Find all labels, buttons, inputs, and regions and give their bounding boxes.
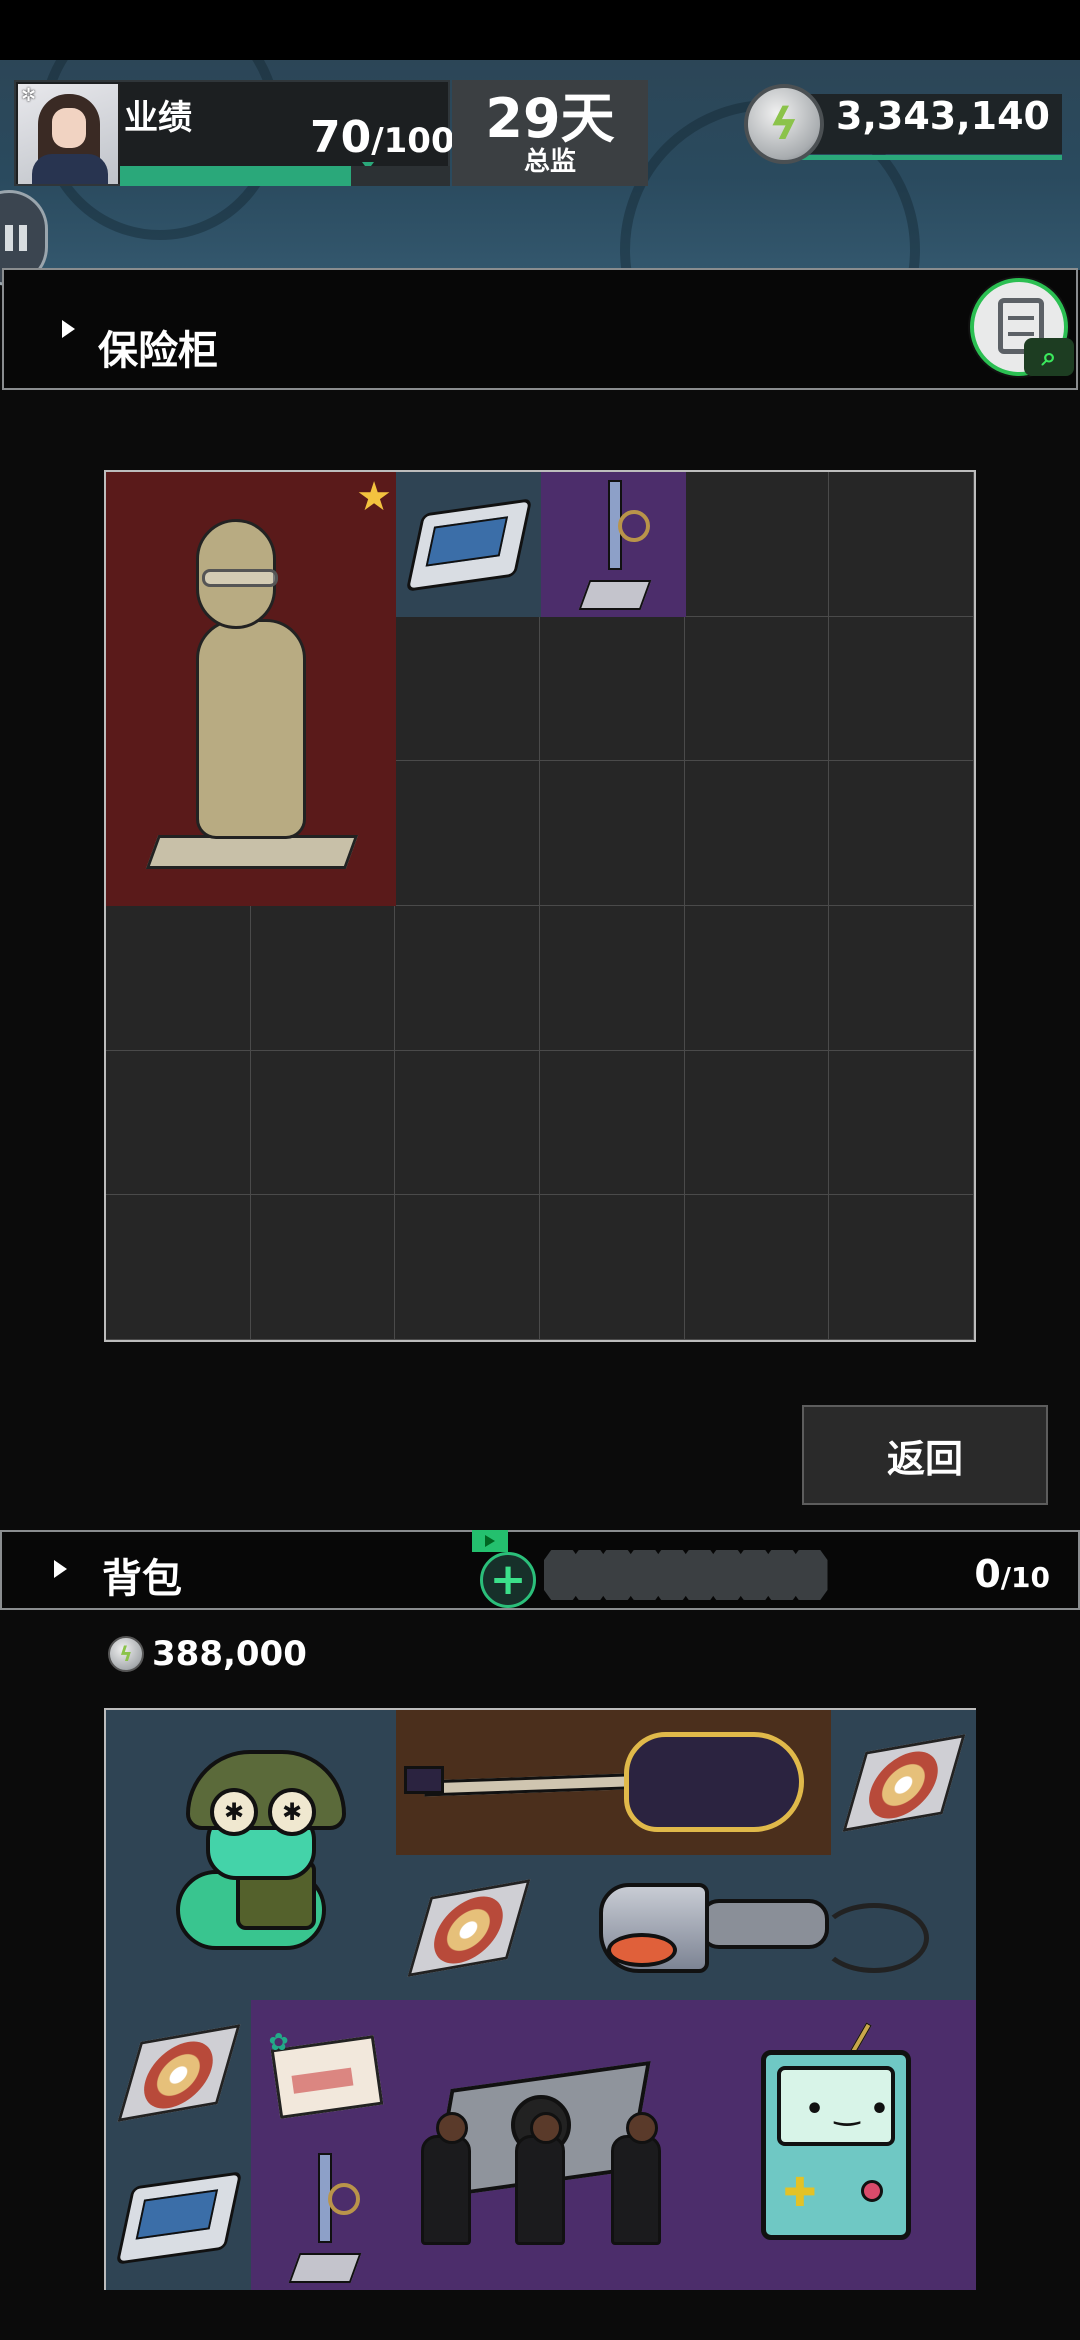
frog-soldier-icon: ✱ ✱ [136, 1740, 366, 1970]
performance-progress-fill [120, 166, 351, 186]
grid-cell[interactable] [829, 761, 974, 906]
system-status-bar [0, 0, 1080, 60]
grid-cell[interactable] [540, 1195, 685, 1340]
capacity-slot [791, 1550, 828, 1600]
coin-icon: ϟ [108, 1636, 144, 1672]
floppy-disk-icon [115, 2170, 242, 2265]
grid-cell[interactable] [540, 1050, 685, 1196]
grid-cell[interactable] [106, 1195, 251, 1340]
coffin-dance-icon [411, 2035, 671, 2255]
days-panel: 29天 总监 [452, 80, 648, 186]
grid-cell[interactable] [395, 906, 540, 1051]
grid-cell[interactable] [395, 1050, 540, 1196]
grid-cell[interactable] [250, 906, 396, 1051]
hair-dryer-icon [589, 1873, 929, 1983]
performance-progress-bar [120, 166, 450, 186]
sword-trophy-icon [578, 479, 651, 610]
grid-cell[interactable] [540, 616, 685, 762]
performance-value: 70/100 [310, 112, 455, 163]
backpack-header: 背包 + 0/10 [0, 1530, 1080, 1610]
floppy-disk-icon [405, 497, 532, 592]
pause-icon [5, 225, 27, 251]
floppy-disk-item[interactable] [396, 472, 541, 617]
safe-grid: ★ [104, 470, 976, 1342]
return-button[interactable]: 返回 [802, 1405, 1048, 1505]
safe-title: 保险柜 [98, 328, 218, 374]
backpack-money-amount: 388,000 [152, 1634, 307, 1674]
rank-title: 总监 [523, 147, 576, 177]
alpaca-statue-icon [145, 499, 359, 879]
backpack-capacity: 0/10 [974, 1552, 1050, 1596]
cd-item-3[interactable] [106, 2000, 251, 2145]
coin-icon: ϟ [744, 84, 824, 164]
backpack-title: 背包 [102, 1556, 182, 1602]
gear-icon: ✲ [21, 85, 37, 106]
search-icon: ⌕ [1024, 338, 1074, 376]
ticket-item[interactable]: ✿ [251, 2000, 396, 2145]
grid-cell[interactable] [684, 472, 830, 617]
frog-item[interactable]: ✱ ✱ [106, 1710, 396, 2000]
expand-triangle-icon [54, 1560, 67, 1578]
coin-amount: 3,343,140 [836, 94, 1050, 138]
grid-cell[interactable] [829, 472, 974, 617]
grid-cell[interactable] [829, 1050, 974, 1196]
grid-cell[interactable] [829, 906, 974, 1051]
grid-cell[interactable] [684, 1195, 830, 1340]
expand-triangle-icon [62, 320, 75, 338]
performance-label: 业绩 [124, 98, 192, 138]
cd-disc-icon [117, 2023, 240, 2122]
add-capacity-button[interactable]: + [480, 1552, 536, 1608]
grid-cell[interactable] [684, 906, 830, 1051]
video-ad-icon [472, 1530, 508, 1552]
grid-cell[interactable] [684, 761, 830, 906]
bmo-item[interactable]: • ‿ • ✚ [686, 2000, 976, 2290]
grid-cell[interactable] [250, 1195, 396, 1340]
grid-cell[interactable] [395, 616, 540, 762]
trophy-item[interactable] [541, 472, 686, 617]
sword-trophy-icon [288, 2152, 361, 2283]
grid-cell[interactable] [829, 616, 974, 762]
travel-ticket-icon: ✿ [269, 2028, 383, 2119]
floppy-disk-item-2[interactable] [106, 2145, 251, 2290]
hair-dryer-item[interactable] [541, 1855, 976, 2000]
guitar-item[interactable] [396, 1710, 831, 1855]
star-icon: ★ [356, 474, 392, 520]
statue-item[interactable]: ★ [106, 472, 396, 906]
grid-cell[interactable] [684, 1050, 830, 1196]
grid-cell[interactable] [684, 616, 830, 762]
grid-cell[interactable] [540, 906, 685, 1051]
trophy-item-2[interactable] [251, 2145, 396, 2290]
grid-cell[interactable] [395, 761, 540, 906]
grid-cell[interactable] [106, 906, 251, 1051]
grid-cell[interactable] [106, 1050, 251, 1196]
coin-balance: 3,343,140 ϟ [744, 84, 1062, 164]
backpack-grid: ✱ ✱ ✿ • ‿ • ✚ [104, 1708, 976, 2290]
performance-panel[interactable]: ✲ 业绩 70/100 [14, 80, 455, 186]
cd-disc-icon [407, 1878, 530, 1977]
grid-cell[interactable] [250, 1050, 396, 1196]
safe-header: 保险柜 [2, 268, 1078, 390]
cd-item-2[interactable] [396, 1855, 541, 2000]
days-counter: 29天 [485, 87, 615, 150]
grid-cell[interactable] [540, 761, 685, 906]
cd-disc-icon [842, 1733, 965, 1832]
bmo-robot-icon: • ‿ • ✚ [731, 2020, 931, 2270]
cd-item-1[interactable] [831, 1710, 976, 1855]
backpack-money: ϟ 388,000 [108, 1632, 307, 1676]
electric-guitar-icon [403, 1728, 824, 1838]
coffin-dance-item[interactable] [396, 2000, 686, 2290]
grid-cell[interactable] [829, 1195, 974, 1340]
avatar[interactable]: ✲ [18, 84, 120, 184]
grid-cell[interactable] [395, 1195, 540, 1340]
inspect-clipboard-button[interactable]: ⌕ [970, 278, 1074, 376]
